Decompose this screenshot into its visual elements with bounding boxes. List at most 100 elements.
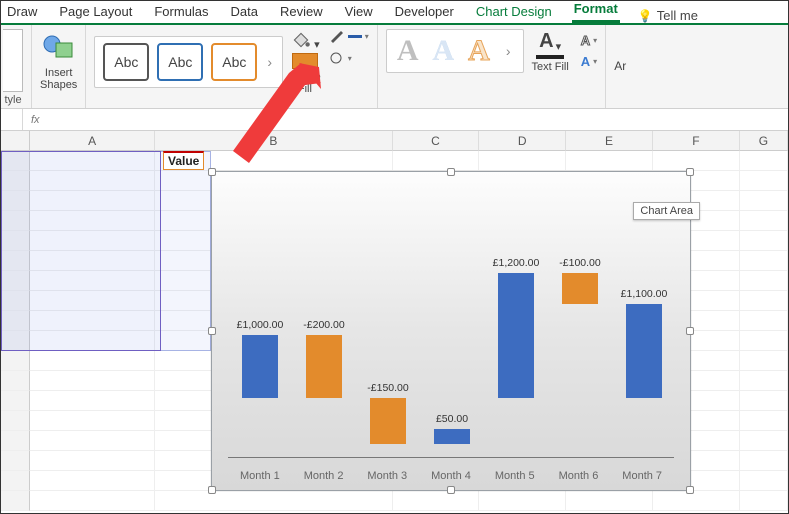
text-fill-button[interactable]: A▾ Text Fill <box>532 30 569 73</box>
gallery-more-icon[interactable]: › <box>265 54 274 70</box>
shape-styles-gallery[interactable]: Abc Abc Abc › <box>94 36 283 88</box>
x-axis-label: Month 7 <box>610 470 674 482</box>
resize-handle[interactable] <box>686 486 694 494</box>
tab-format[interactable]: Format <box>572 0 620 23</box>
col-header-b[interactable]: B <box>155 131 392 151</box>
chart-data-label: -£100.00 <box>548 257 612 269</box>
chart-x-axis: Month 1Month 2Month 3Month 4Month 5Month… <box>228 470 674 482</box>
col-header-a[interactable]: A <box>30 131 155 151</box>
formula-input[interactable] <box>48 109 788 130</box>
tab-view[interactable]: View <box>343 2 375 23</box>
tab-page-layout[interactable]: Page Layout <box>57 2 134 23</box>
group-insert-shapes: Insert Shapes <box>32 25 86 108</box>
resize-handle[interactable] <box>208 168 216 176</box>
tab-review[interactable]: Review <box>278 2 325 23</box>
group-style-partial: tyle <box>1 25 32 108</box>
grid-rows: /* rows drawn statically below */ Value <box>1 151 788 511</box>
chart-bar[interactable] <box>306 335 341 397</box>
x-axis-label: Month 6 <box>547 470 611 482</box>
chart-bar[interactable] <box>626 304 661 397</box>
shape-effects-button[interactable]: ▾ <box>329 51 369 65</box>
wordart-styles-gallery[interactable]: A A A › <box>386 29 524 73</box>
chart-data-label: £1,200.00 <box>484 257 548 269</box>
wordart-style-3[interactable]: A <box>468 34 490 68</box>
chart-bar[interactable] <box>370 398 405 445</box>
tell-me-search[interactable]: 💡 Tell me <box>638 8 698 23</box>
resize-handle[interactable] <box>447 168 455 176</box>
tab-formulas[interactable]: Formulas <box>152 2 210 23</box>
chart-data-label: -£150.00 <box>356 382 420 394</box>
chart-plot-area[interactable]: £1,000.00-£200.00 -£150.00 £50.00 £1,200.00… <box>228 242 674 458</box>
col-header-f[interactable]: F <box>653 131 740 151</box>
tell-me-label: Tell me <box>657 8 698 23</box>
resize-handle[interactable] <box>208 327 216 335</box>
tab-chart-design[interactable]: Chart Design <box>474 2 554 23</box>
resize-handle[interactable] <box>447 486 455 494</box>
resize-handle[interactable] <box>686 327 694 335</box>
worksheet-grid[interactable]: A B C D E F G /* rows drawn statically b… <box>1 131 788 513</box>
chart-bar[interactable] <box>562 273 597 304</box>
chart-bar[interactable] <box>242 335 277 397</box>
col-header-g[interactable]: G <box>740 131 788 151</box>
style-dropdown-partial[interactable] <box>3 29 23 92</box>
text-fill-label: Text Fill <box>532 61 569 73</box>
select-all-corner[interactable] <box>1 131 30 151</box>
shapes-icon <box>41 29 77 65</box>
group-shape-styles: Abc Abc Abc › ▾ Shape Fill <box>86 25 378 108</box>
text-outline-button[interactable]: A▾ <box>581 33 597 48</box>
chart-bar[interactable] <box>498 273 533 398</box>
pen-icon <box>329 29 345 43</box>
wordart-style-2[interactable]: A <box>432 34 454 68</box>
fill-color-swatch <box>292 53 318 69</box>
chevron-down-icon: ▾ <box>314 38 320 51</box>
resize-handle[interactable] <box>208 486 216 494</box>
shape-style-3[interactable]: Abc <box>211 43 257 81</box>
arrange-label-partial: Ar <box>614 29 626 73</box>
insert-shapes-label: Insert Shapes <box>40 67 77 91</box>
chart-object[interactable]: Chart Title Increase Decrease Total Char… <box>211 171 691 491</box>
lightbulb-icon: 💡 <box>638 9 653 23</box>
style-label-partial: tyle <box>4 92 21 106</box>
resize-handle[interactable] <box>686 168 694 176</box>
tab-data[interactable]: Data <box>229 2 260 23</box>
shape-fill-label: Shape Fill <box>289 71 321 95</box>
shape-outline-button[interactable]: ▾ <box>329 29 369 43</box>
shape-style-1[interactable]: Abc <box>103 43 149 81</box>
x-axis-label: Month 4 <box>419 470 483 482</box>
group-arrange-partial: Ar <box>606 25 634 108</box>
chart-area-tooltip: Chart Area <box>633 202 700 220</box>
chart-data-label: £1,100.00 <box>612 288 676 300</box>
col-header-e[interactable]: E <box>566 131 653 151</box>
tab-draw[interactable]: Draw <box>5 2 39 23</box>
shape-style-2[interactable]: Abc <box>157 43 203 81</box>
column-headers: A B C D E F G <box>1 131 788 151</box>
effects-icon <box>329 51 345 65</box>
insert-shapes-button[interactable]: Insert Shapes <box>40 29 77 91</box>
text-fill-color-bar <box>536 55 564 59</box>
ribbon-tabs: Draw Page Layout Formulas Data Review Vi… <box>1 1 788 25</box>
chart-data-label: £50.00 <box>420 413 484 425</box>
chart-bar[interactable] <box>434 429 469 445</box>
chart-data-label: £1,000.00 <box>228 319 292 331</box>
wordart-style-1[interactable]: A <box>397 34 419 68</box>
tab-developer[interactable]: Developer <box>393 2 456 23</box>
text-effects-button[interactable]: A▾ <box>581 54 597 69</box>
col-header-c[interactable]: C <box>393 131 480 151</box>
fx-label: fx <box>23 114 48 126</box>
chart-data-label: -£200.00 <box>292 319 356 331</box>
x-axis-label: Month 3 <box>355 470 419 482</box>
x-axis-label: Month 2 <box>292 470 356 482</box>
x-axis-label: Month 5 <box>483 470 547 482</box>
shape-fill-button[interactable]: ▾ Shape Fill <box>289 29 321 95</box>
wordart-more-icon[interactable]: › <box>504 43 513 59</box>
formula-bar: fx <box>1 109 788 131</box>
cell-b1-value-header[interactable]: Value <box>163 151 204 170</box>
paint-bucket-icon <box>290 29 312 51</box>
col-header-d[interactable]: D <box>479 131 566 151</box>
name-box[interactable] <box>1 109 23 130</box>
group-wordart-styles: A A A › A▾ Text Fill A▾ A▾ <box>378 25 606 108</box>
text-outline-effects: A▾ A▾ <box>581 33 597 69</box>
ribbon-body: tyle Insert Shapes Abc Abc Abc › <box>1 25 788 109</box>
excel-window: Draw Page Layout Formulas Data Review Vi… <box>0 0 789 514</box>
x-axis-label: Month 1 <box>228 470 292 482</box>
